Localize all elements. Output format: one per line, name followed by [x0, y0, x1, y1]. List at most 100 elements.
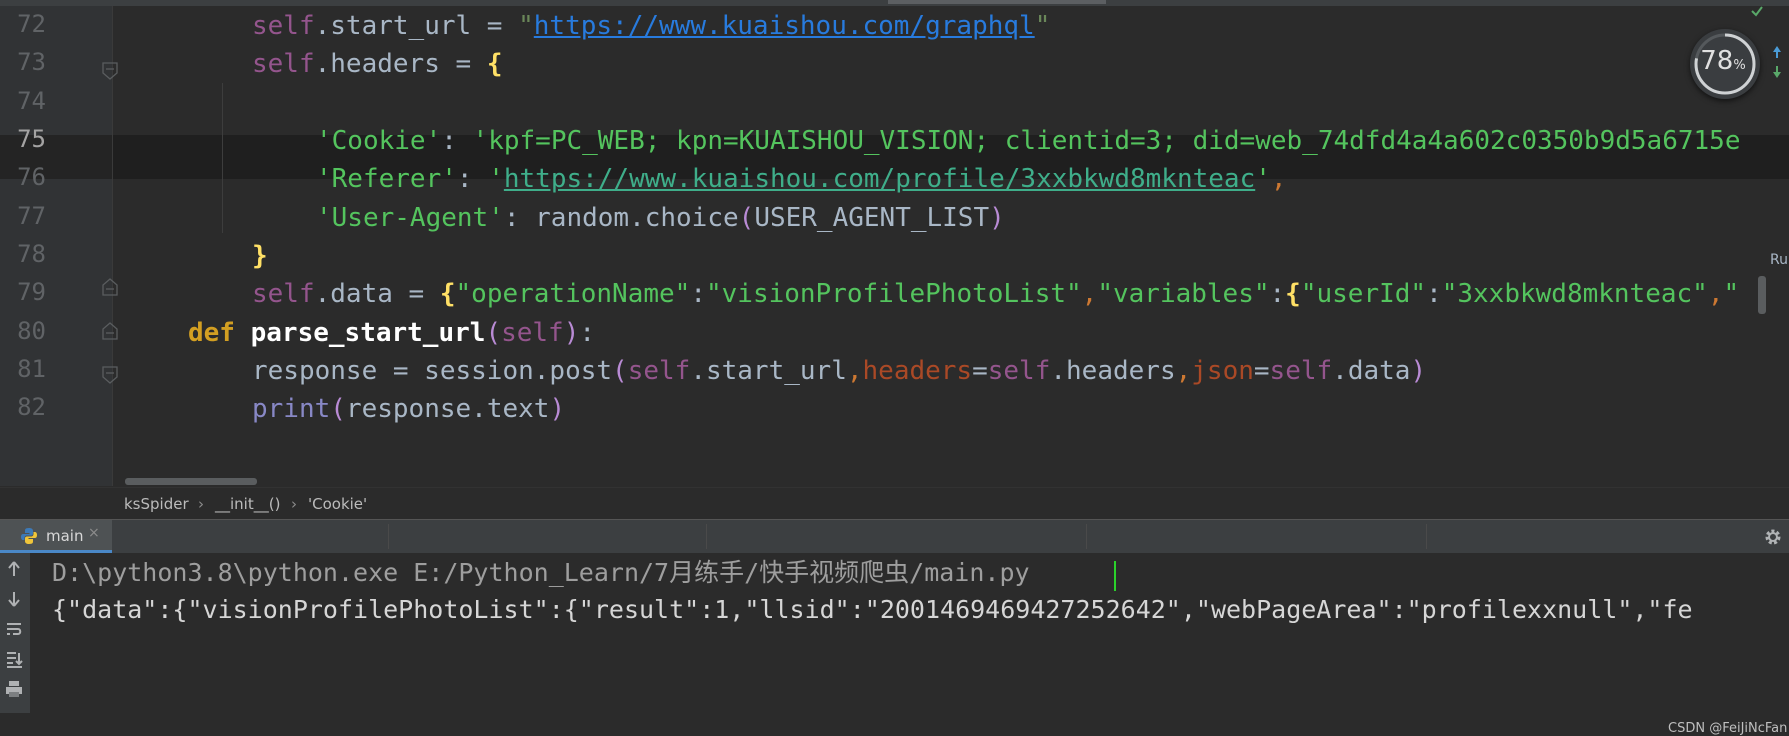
- code-token: self: [987, 356, 1051, 386]
- code-token: print: [252, 394, 331, 424]
- fold-marker-icon[interactable]: [102, 278, 118, 296]
- run-tab-label: main: [46, 527, 84, 545]
- code-token: 'User-Agent': [316, 203, 504, 233]
- fold-marker-icon[interactable]: [102, 62, 118, 80]
- code-token: response.text: [345, 394, 550, 424]
- code-token: ,: [846, 356, 863, 386]
- check-icon: [1751, 6, 1763, 17]
- code-token: .data =: [314, 279, 440, 309]
- line-number: 73: [17, 48, 46, 76]
- code-token: ,: [1081, 279, 1098, 309]
- code-token: self: [1269, 356, 1333, 386]
- run-tab-main[interactable]: main ×: [0, 520, 112, 553]
- code-token: (: [330, 394, 346, 424]
- code-token: ": [1723, 279, 1740, 309]
- breadcrumb-item[interactable]: 'Cookie': [308, 495, 367, 513]
- code-token: headers: [862, 356, 973, 386]
- code-token: "variables": [1097, 279, 1270, 309]
- side-panel-label[interactable]: Ru: [1770, 252, 1788, 268]
- code-token: def: [188, 318, 235, 348]
- watermark: CSDN @FeiJiNcFan: [1668, 721, 1788, 736]
- code-link[interactable]: https://www.kuaishou.com/graphql: [534, 11, 1035, 41]
- arrow-down-icon[interactable]: [4, 589, 24, 609]
- code-token: (: [485, 318, 502, 348]
- code-token: :: [579, 318, 596, 348]
- run-tool-window: main × D:\python3.8\python.exe E:/Python…: [0, 519, 1789, 736]
- code-token: 'Referer': [316, 164, 457, 194]
- code-token: ): [549, 394, 566, 424]
- soft-wrap-icon[interactable]: [4, 619, 24, 639]
- memory-usage-widget[interactable]: 78%: [1690, 29, 1760, 99]
- indent-guide: [222, 83, 223, 233]
- arrow-up-icon[interactable]: [4, 559, 24, 579]
- code-token: 'Cookie': [316, 126, 442, 156]
- scroll-to-end-icon[interactable]: [4, 649, 24, 669]
- fold-marker-icon[interactable]: [102, 366, 118, 384]
- code-editor[interactable]: 72 73 74 75 76 77 78 79 80 81 82 self.st…: [0, 0, 1789, 487]
- breadcrumb-separator: ›: [198, 495, 204, 513]
- code-line-76[interactable]: 'Referer': 'https://www.kuaishou.com/pro…: [316, 157, 1287, 201]
- code-token: .data: [1332, 356, 1411, 386]
- close-icon[interactable]: ×: [88, 525, 100, 541]
- code-line-79[interactable]: self.data = {"operationName":"visionProf…: [252, 272, 1739, 316]
- code-token: self: [252, 49, 315, 79]
- memory-value: 78: [1700, 46, 1734, 76]
- code-token: {: [486, 49, 503, 79]
- code-token: }: [252, 241, 268, 271]
- gear-icon[interactable]: [1763, 527, 1783, 547]
- code-token: ': [488, 164, 504, 194]
- code-token: self: [252, 279, 315, 309]
- code-token: "userId": [1300, 279, 1427, 309]
- network-speed-icon: [1773, 46, 1781, 78]
- fold-marker-icon[interactable]: [102, 322, 118, 340]
- memory-unit: %: [1733, 58, 1746, 73]
- code-token: "operationName": [455, 279, 691, 309]
- vertical-scrollbar[interactable]: [1758, 276, 1766, 314]
- header-divider: [1086, 524, 1087, 549]
- code-token: :: [690, 279, 706, 309]
- code-token: response = session.post: [252, 356, 613, 386]
- code-token: .start_url =: [314, 11, 519, 41]
- code-token: json: [1191, 356, 1254, 386]
- code-token: ): [1410, 356, 1427, 386]
- code-token: .headers: [1050, 356, 1176, 386]
- code-token: parse_start_url: [250, 318, 486, 348]
- line-number: 82: [17, 393, 46, 421]
- code-token: ,: [1270, 164, 1287, 194]
- code-token: "visionProfilePhotoList": [705, 279, 1082, 309]
- line-number: 79: [17, 278, 46, 306]
- code-token: :: [1426, 279, 1442, 309]
- header-divider: [706, 524, 707, 549]
- code-token: ): [563, 318, 580, 348]
- code-token: :: [1269, 279, 1286, 309]
- code-line-73[interactable]: self.headers = {: [252, 42, 502, 86]
- text-caret: [1114, 561, 1116, 591]
- code-line-77[interactable]: 'User-Agent': random.choice(USER_AGENT_L…: [316, 196, 1005, 240]
- memory-usage-value: 78%: [1690, 46, 1756, 76]
- code-token: :: [441, 126, 473, 156]
- breadcrumb-item[interactable]: ksSpider: [124, 495, 189, 513]
- code-token: self: [627, 356, 691, 386]
- console-output[interactable]: D:\python3.8\python.exe E:/Python_Learn/…: [30, 553, 1789, 736]
- code-token: ': [1255, 164, 1271, 194]
- code-token: =: [972, 356, 988, 386]
- horizontal-scrollbar[interactable]: [125, 478, 257, 485]
- console-line: D:\python3.8\python.exe E:/Python_Learn/…: [52, 558, 1030, 587]
- print-icon[interactable]: [4, 679, 24, 699]
- run-toolbar: [0, 553, 31, 713]
- run-tool-header: main ×: [0, 519, 1789, 554]
- breadcrumb-item[interactable]: __init__(): [215, 495, 280, 513]
- code-token: self: [252, 11, 315, 41]
- code-token: ": [518, 11, 534, 41]
- code-token: ,: [1175, 356, 1192, 386]
- breadcrumb-separator: ›: [291, 495, 297, 513]
- code-token: {: [1285, 279, 1301, 309]
- code-token: 'kpf=PC_WEB; kpn=KUAISHOU_VISION; client…: [472, 126, 1741, 156]
- code-token: "3xxbkwd8mknteac": [1441, 279, 1708, 309]
- line-number: 76: [17, 163, 46, 191]
- header-divider: [388, 524, 389, 549]
- code-line-82[interactable]: print(response.text): [252, 387, 565, 431]
- code-token: :: [456, 164, 489, 194]
- code-link[interactable]: https://www.kuaishou.com/profile/3xxbkwd…: [504, 164, 1255, 194]
- code-token: ": [1034, 11, 1051, 41]
